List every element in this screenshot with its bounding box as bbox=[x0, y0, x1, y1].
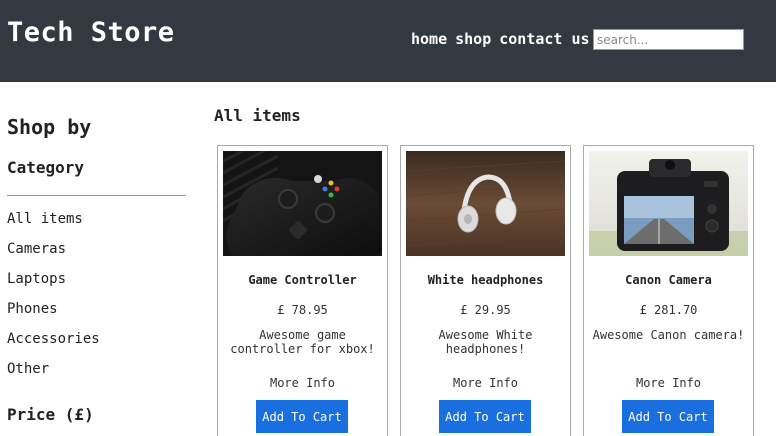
nav-link-shop[interactable]: shop bbox=[455, 30, 491, 48]
nav-link-home[interactable]: home bbox=[411, 30, 447, 48]
category-laptops[interactable]: Laptops bbox=[7, 269, 186, 299]
search-input[interactable] bbox=[593, 29, 744, 50]
main-nav: home shop contact us bbox=[411, 30, 590, 48]
product-price: £ 281.70 bbox=[639, 303, 698, 317]
product-name[interactable]: Game Controller bbox=[218, 273, 387, 287]
category-all-items[interactable]: All items bbox=[7, 209, 186, 239]
product-card: Game Controller £ 78.95 Awesome game con… bbox=[217, 145, 388, 436]
site-logo[interactable]: Tech Store bbox=[7, 17, 175, 48]
product-name[interactable]: White headphones bbox=[401, 273, 570, 287]
category-cameras[interactable]: Cameras bbox=[7, 239, 186, 269]
category-accessories[interactable]: Accessories bbox=[7, 329, 186, 359]
page-title: All items bbox=[214, 106, 301, 125]
site-header: Tech Store home shop contact us bbox=[0, 0, 776, 82]
category-other[interactable]: Other bbox=[7, 359, 186, 389]
product-card: White headphones £ 29.95 Awesome White h… bbox=[400, 145, 571, 436]
product-name[interactable]: Canon Camera bbox=[584, 273, 753, 287]
product-description: Awesome White headphones! bbox=[438, 328, 533, 356]
add-to-cart-button[interactable]: Add To Cart bbox=[439, 400, 531, 433]
more-info-link[interactable]: More Info bbox=[218, 376, 387, 390]
camera-image[interactable] bbox=[589, 151, 748, 256]
product-description: Awesome Canon camera! bbox=[592, 328, 745, 342]
more-info-link[interactable]: More Info bbox=[401, 376, 570, 390]
product-price: £ 29.95 bbox=[460, 303, 511, 317]
divider bbox=[7, 195, 186, 196]
price-heading: Price (£) bbox=[7, 405, 94, 424]
category-heading: Category bbox=[7, 158, 85, 177]
product-description: Awesome game controller for xbox! bbox=[230, 328, 375, 356]
headphones-image[interactable] bbox=[406, 151, 565, 256]
more-info-link[interactable]: More Info bbox=[584, 376, 753, 390]
game-controller-image[interactable] bbox=[223, 151, 382, 256]
sidebar: Shop by Category All items Cameras Lapto… bbox=[7, 112, 186, 424]
nav-link-contact[interactable]: contact us bbox=[499, 30, 589, 48]
sidebar-title: Shop by bbox=[7, 115, 92, 139]
add-to-cart-button[interactable]: Add To Cart bbox=[256, 400, 348, 433]
product-card: Canon Camera £ 281.70 Awesome Canon came… bbox=[583, 145, 754, 436]
add-to-cart-button[interactable]: Add To Cart bbox=[622, 400, 714, 433]
category-phones[interactable]: Phones bbox=[7, 299, 186, 329]
product-price: £ 78.95 bbox=[277, 303, 328, 317]
category-list: All items Cameras Laptops Phones Accesso… bbox=[7, 209, 186, 389]
